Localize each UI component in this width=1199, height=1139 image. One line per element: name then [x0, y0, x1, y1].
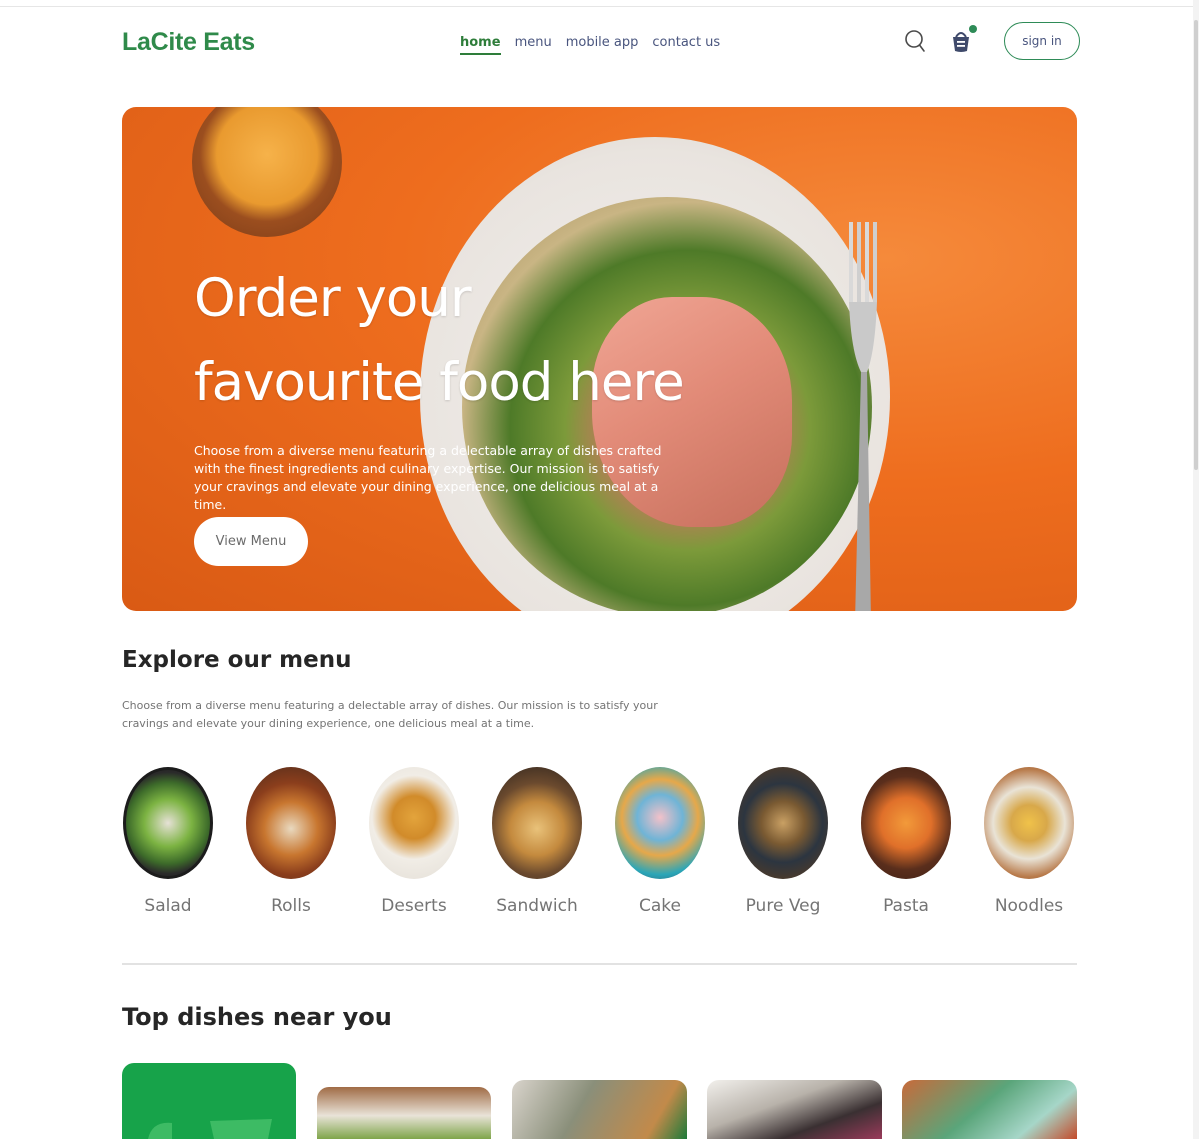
- main-nav: home menu mobile app contact us: [460, 35, 720, 55]
- menu-item-label: Pure Veg: [745, 896, 821, 916]
- salad-image: [123, 767, 213, 879]
- menu-item-label: Pasta: [883, 896, 929, 916]
- nav-item-home[interactable]: home: [460, 35, 501, 55]
- view-menu-button[interactable]: View Menu: [194, 517, 308, 566]
- pure-veg-image: [738, 767, 828, 879]
- hero-title: Order your favourite food here: [194, 257, 754, 425]
- section-divider: [122, 963, 1077, 965]
- menu-item-label: Salad: [144, 896, 192, 916]
- scrollbar-track[interactable]: [1193, 0, 1199, 1139]
- rolls-image: [246, 767, 336, 879]
- menu-item-noodles[interactable]: Noodles: [983, 767, 1075, 916]
- dish-card-3[interactable]: [512, 1080, 687, 1139]
- menu-item-label: Deserts: [381, 896, 447, 916]
- hero-lemon-bowl-image: [192, 107, 342, 237]
- menu-category-list: Salad Rolls Deserts Sandwich Cake Pure V…: [122, 767, 1077, 927]
- nav-actions: sign in: [902, 22, 1080, 60]
- hero-fork-image: [849, 222, 877, 611]
- menu-item-pure-veg[interactable]: Pure Veg: [737, 767, 829, 916]
- basket-icon[interactable]: [948, 25, 977, 54]
- dish-card-1[interactable]: [122, 1063, 296, 1139]
- menu-item-salad[interactable]: Salad: [122, 767, 214, 916]
- dish-card-1-image: [148, 1119, 272, 1139]
- hero-title-line-2: favourite food here: [194, 352, 685, 413]
- hero-title-line-1: Order your: [194, 268, 472, 329]
- sandwich-image: [492, 767, 582, 879]
- dish-card-4[interactable]: [707, 1080, 882, 1139]
- nav-item-menu[interactable]: menu: [515, 35, 552, 55]
- menu-item-label: Cake: [639, 896, 681, 916]
- nav-item-mobile-app[interactable]: mobile app: [566, 35, 639, 55]
- cart-indicator-dot: [969, 25, 977, 33]
- menu-item-label: Noodles: [994, 896, 1064, 916]
- explore-title: Explore our menu: [122, 647, 352, 673]
- menu-item-deserts[interactable]: Deserts: [368, 767, 460, 916]
- dish-card-5[interactable]: [902, 1080, 1077, 1139]
- menu-item-rolls[interactable]: Rolls: [245, 767, 337, 916]
- hero-description: Choose from a diverse menu featuring a d…: [194, 443, 662, 512]
- scrollbar-thumb[interactable]: [1194, 20, 1198, 470]
- brand-logo[interactable]: LaCite Eats: [122, 28, 255, 57]
- pasta-image: [861, 767, 951, 879]
- search-icon[interactable]: [902, 28, 928, 54]
- menu-item-label: Sandwich: [496, 896, 578, 916]
- menu-item-pasta[interactable]: Pasta: [860, 767, 952, 916]
- explore-description: Choose from a diverse menu featuring a d…: [122, 699, 658, 730]
- sign-in-button[interactable]: sign in: [1004, 22, 1080, 60]
- cake-image: [615, 767, 705, 879]
- menu-item-sandwich[interactable]: Sandwich: [491, 767, 583, 916]
- deserts-image: [369, 767, 459, 879]
- hero-banner: Order your favourite food here Choose fr…: [122, 107, 1077, 611]
- dish-card-2[interactable]: [317, 1087, 491, 1139]
- top-dishes-title: Top dishes near you: [122, 1003, 392, 1031]
- noodles-image: [984, 767, 1074, 879]
- menu-item-cake[interactable]: Cake: [614, 767, 706, 916]
- menu-item-label: Rolls: [271, 896, 311, 916]
- nav-item-contact-us[interactable]: contact us: [652, 35, 720, 55]
- top-border: [0, 6, 1193, 7]
